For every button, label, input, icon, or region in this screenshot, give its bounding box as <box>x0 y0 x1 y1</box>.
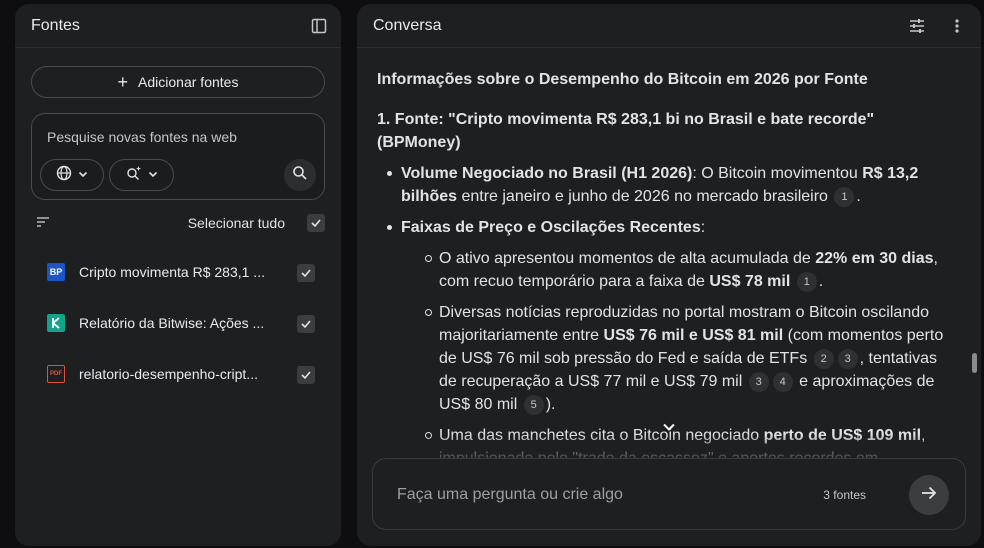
scroll-to-bottom-button[interactable] <box>657 417 681 441</box>
sparkle-search-icon <box>126 165 142 186</box>
citation-chip[interactable]: 1 <box>796 271 817 292</box>
source-count-label: 3 fontes <box>823 488 866 502</box>
source-title: Relatório da Bitwise: Ações ... <box>79 315 265 331</box>
bullet-text: : <box>700 219 706 236</box>
search-submit-button[interactable] <box>284 159 316 191</box>
source-checkbox[interactable] <box>297 264 315 282</box>
bullet-text: . <box>818 273 824 290</box>
search-icon <box>292 165 308 186</box>
select-all-checkbox[interactable] <box>307 214 325 232</box>
citation-chip[interactable]: 3 <box>748 371 769 392</box>
citation-chip[interactable]: 5 <box>523 394 544 415</box>
source-section-title: 1. Fonte: "Cripto movimenta R$ 283,1 bi … <box>377 111 875 151</box>
bullet-label: Faixas de Preço e Oscilações Recentes <box>401 219 701 236</box>
bullet-text: entre janeiro e junho de 2026 no mercado… <box>457 188 828 205</box>
bullet-emphasis: 22% em 30 dias <box>815 250 934 267</box>
source-checkbox[interactable] <box>297 366 315 384</box>
chevron-down-icon <box>662 420 676 439</box>
bullet-emphasis: US$ 76 mil e US$ 81 mil <box>603 327 784 344</box>
chevron-down-icon <box>148 166 158 184</box>
list-item: O ativo apresentou momentos de alta acum… <box>425 247 947 293</box>
sources-title: Fontes <box>31 16 80 34</box>
list-item: Volume Negociado no Brasil (H1 2026): O … <box>387 162 947 208</box>
sources-header: Fontes <box>15 4 341 48</box>
collapse-panel-icon[interactable] <box>309 16 329 36</box>
sort-filter-icon[interactable] <box>35 214 51 235</box>
globe-icon <box>56 165 72 186</box>
web-source-dropdown[interactable] <box>40 159 104 191</box>
chat-response: Informações sobre o Desempenho do Bitcoi… <box>377 68 947 470</box>
plus-icon: + <box>117 72 129 92</box>
source-title: Cripto movimenta R$ 283,1 ... <box>79 264 265 280</box>
chat-composer[interactable]: Faça uma pergunta ou crie algo 3 fontes <box>372 458 966 530</box>
source-title: relatorio-desempenho-cript... <box>79 366 258 382</box>
research-mode-dropdown[interactable] <box>109 159 174 191</box>
bullet-emphasis: US$ 78 mil <box>709 273 791 290</box>
more-options-icon[interactable] <box>947 16 967 36</box>
sources-panel: Fontes + Adicionar fontes Pesquise novas… <box>15 4 341 546</box>
add-sources-label: Adicionar fontes <box>138 74 239 90</box>
bullet-text: : O Bitcoin movimentou <box>692 165 863 182</box>
list-item: Diversas notícias reproduzidas no portal… <box>425 301 947 416</box>
bullet-text: O ativo apresentou momentos de alta acum… <box>439 250 816 267</box>
composer-placeholder: Faça uma pergunta ou crie algo <box>397 486 623 503</box>
response-heading: Informações sobre o Desempenho do Bitcoi… <box>377 71 868 88</box>
search-placeholder: Pesquise novas fontes na web <box>47 129 237 145</box>
source-checkbox[interactable] <box>297 315 315 333</box>
citation-chip[interactable]: 2 <box>813 348 834 369</box>
chat-title: Conversa <box>373 16 442 34</box>
bullet-text: ). <box>545 396 556 413</box>
source-item[interactable]: BP Cripto movimenta R$ 283,1 ... <box>45 262 315 284</box>
select-all-label: Selecionar tudo <box>187 215 285 231</box>
citation-chip[interactable]: 1 <box>834 186 855 207</box>
send-button[interactable] <box>909 475 949 515</box>
add-sources-button[interactable]: + Adicionar fontes <box>31 66 325 98</box>
tune-settings-icon[interactable] <box>907 16 927 36</box>
web-search-box[interactable]: Pesquise novas fontes na web <box>31 113 325 200</box>
citation-chip[interactable]: 3 <box>837 348 858 369</box>
citation-chip[interactable]: 4 <box>772 371 793 392</box>
bp-logo-icon: BP <box>47 263 65 281</box>
chat-panel: Conversa Informações sobre o Desempenho … <box>357 4 981 546</box>
chat-header: Conversa <box>357 4 981 48</box>
source-item[interactable]: PDF relatorio-desempenho-cript... <box>45 364 315 386</box>
select-all-row: Selecionar tudo <box>31 212 325 234</box>
bullet-label: Volume Negociado no Brasil (H1 2026) <box>401 165 693 182</box>
chevron-down-icon <box>78 166 88 184</box>
source-item[interactable]: Relatório da Bitwise: Ações ... <box>45 313 315 335</box>
bitwise-logo-icon <box>47 314 65 332</box>
arrow-right-icon <box>920 484 938 507</box>
scrollbar-thumb[interactable] <box>972 353 977 373</box>
pdf-icon: PDF <box>47 365 65 383</box>
